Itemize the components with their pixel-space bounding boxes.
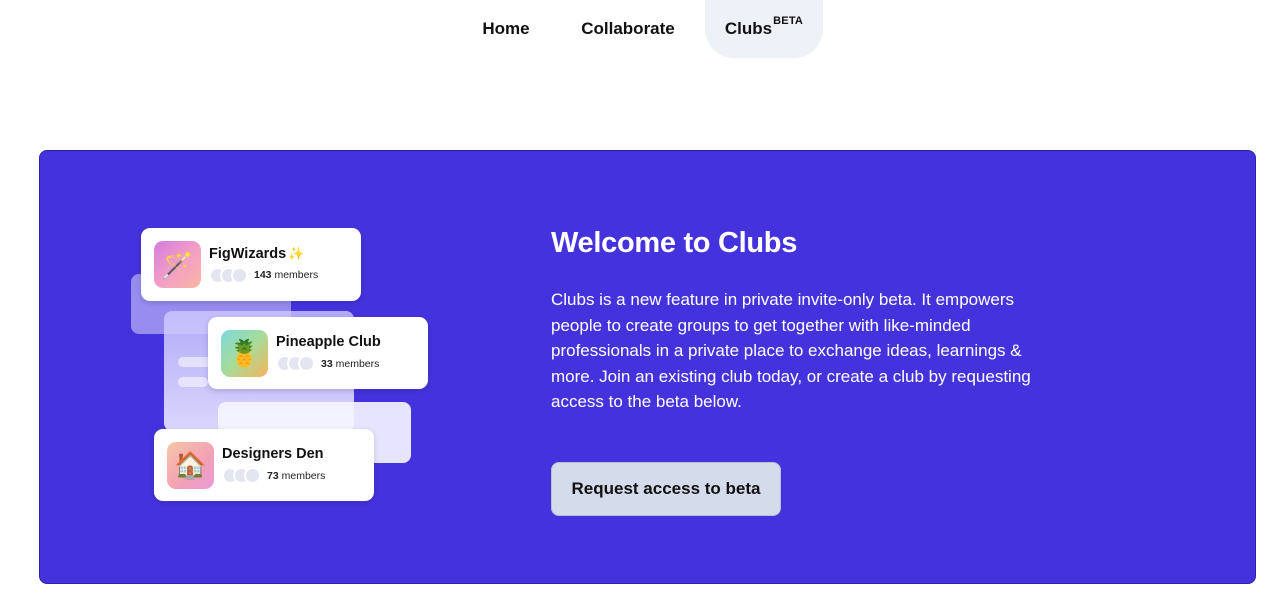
top-nav: Home Collaborate Clubs BETA — [0, 0, 1280, 58]
clubs-hero: 🪄 FigWizards ✨ 143 members 🍍 Pineapple Cl… — [39, 150, 1256, 584]
club-name: Pineapple Club — [276, 334, 381, 350]
member-avatars — [222, 467, 261, 484]
beta-badge: BETA — [773, 15, 804, 27]
avatar — [231, 266, 248, 284]
member-avatars — [276, 355, 315, 372]
club-name: Designers Den — [222, 446, 324, 462]
ghost-line — [178, 377, 208, 387]
club-name: FigWizards ✨ — [209, 245, 305, 262]
request-access-button[interactable]: Request access to beta — [551, 462, 781, 516]
avatar — [244, 467, 261, 484]
hero-title: Welcome to Clubs — [551, 227, 798, 259]
member-avatars — [209, 266, 248, 284]
clubs-illustration: 🪄 FigWizards ✨ 143 members 🍍 Pineapple Cl… — [128, 221, 438, 511]
sparkles-icon: ✨ — [288, 245, 305, 261]
house-icon: 🏠 — [167, 441, 214, 489]
avatar — [298, 355, 315, 372]
club-card-figwizards: 🪄 FigWizards ✨ 143 members — [141, 228, 361, 301]
club-card-pineapple-club: 🍍 Pineapple Club 33 members — [208, 317, 428, 389]
nav-clubs-label: Clubs — [724, 19, 773, 38]
member-count: 33 members — [321, 357, 380, 370]
nav-home-label: Home — [482, 19, 530, 38]
nav-collaborate-label: Collaborate — [581, 19, 675, 38]
member-count: 143 members — [254, 269, 319, 281]
member-count: 73 members — [267, 469, 326, 482]
nav-collaborate[interactable]: Collaborate — [566, 0, 690, 58]
nav-home[interactable]: Home — [470, 0, 542, 58]
pineapple-icon: 🍍 — [221, 329, 268, 377]
magic-wand-icon: 🪄 — [154, 241, 201, 288]
hero-description: Clubs is a new feature in private invite… — [551, 290, 1031, 411]
nav-clubs[interactable]: Clubs BETA — [705, 0, 823, 58]
club-card-designers-den: 🏠 Designers Den 73 members — [154, 429, 374, 501]
